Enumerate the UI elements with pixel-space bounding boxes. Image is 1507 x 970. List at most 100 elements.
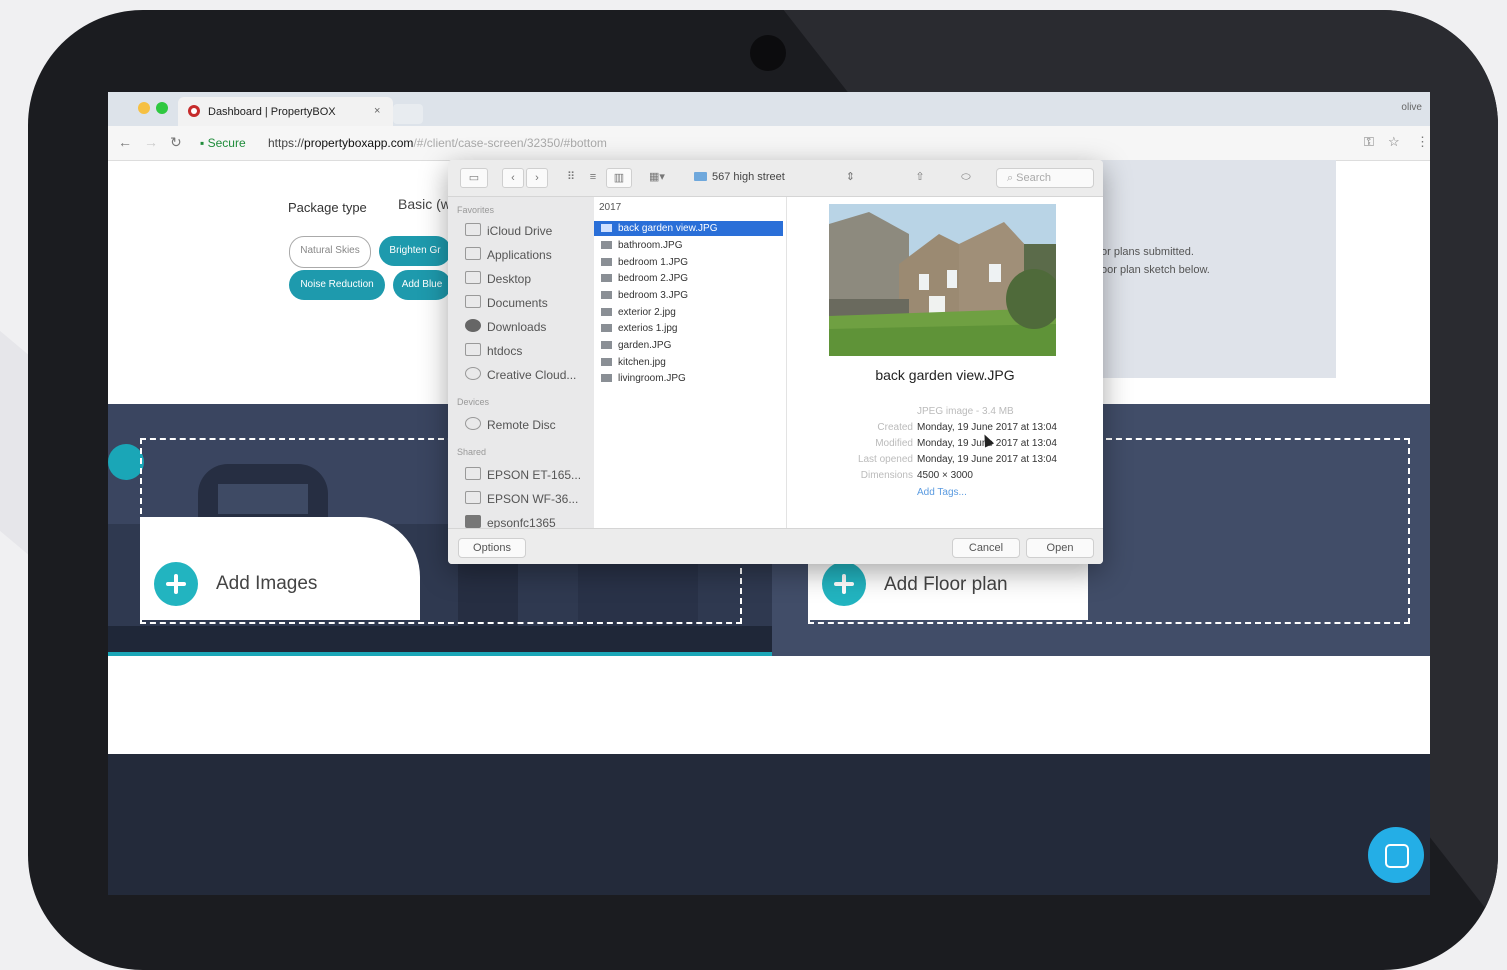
list-view-icon[interactable]: ≡ <box>584 168 602 186</box>
file-item[interactable]: exterior 2.jpg <box>594 305 783 320</box>
creative-cloud-icon <box>465 367 481 380</box>
devices-heading: Devices <box>457 397 490 407</box>
sidebar-item-epson-wf[interactable]: EPSON WF-36... <box>465 491 578 506</box>
tag-icon[interactable]: ⬭ <box>954 168 978 186</box>
floor-plan-info-card: or plans submitted. oor plan sketch belo… <box>1101 160 1336 378</box>
image-file-icon <box>601 274 612 282</box>
add-tags-link[interactable]: Add Tags... <box>917 487 967 498</box>
back-arrow-icon[interactable]: ← <box>118 134 132 150</box>
add-floor-plan-label: Add Floor plan <box>884 574 1008 595</box>
preview-file-name: back garden view.JPG <box>875 367 1015 383</box>
favorites-heading: Favorites <box>457 205 495 215</box>
cloud-icon <box>465 223 481 236</box>
sidebar-item-downloads[interactable]: Downloads <box>465 319 546 334</box>
file-item[interactable]: bedroom 1.JPG <box>594 255 783 270</box>
column-header: 2017 <box>599 202 622 213</box>
sidebar-item-applications[interactable]: Applications <box>465 247 552 262</box>
image-file-icon <box>601 291 612 299</box>
add-images-card[interactable]: Add Images <box>140 517 420 620</box>
option-add-blue[interactable]: Add Blue <box>393 270 451 300</box>
address-bar: ← → ↻ ▪ Secure https://propertyboxapp.co… <box>108 126 1430 161</box>
search-input[interactable]: ⌕ Search <box>996 168 1094 188</box>
option-noise-reduction[interactable]: Noise Reduction <box>289 270 385 300</box>
star-icon[interactable]: ☆ <box>1388 134 1400 150</box>
image-file-icon <box>601 374 612 382</box>
forward-arrow-icon[interactable]: → <box>144 134 158 150</box>
plus-icon <box>154 562 198 606</box>
gallery-view-icon[interactable]: ▦▾ <box>644 168 670 186</box>
sidebar-item-epson-et[interactable]: EPSON ET-165... <box>465 467 581 482</box>
folder-icon <box>694 172 707 181</box>
package-tab[interactable]: Basic (w <box>398 196 451 212</box>
option-natural-skies[interactable]: Natural Skies <box>289 236 371 268</box>
file-item[interactable]: bathroom.JPG <box>594 238 783 253</box>
tab-bar: Dashboard | PropertyBOX × olive <box>108 92 1430 126</box>
secure-indicator[interactable]: ▪ Secure <box>200 136 246 150</box>
file-item[interactable]: kitchen.jpg <box>594 355 783 370</box>
key-icon[interactable]: ⚿ <box>1364 134 1374 150</box>
cancel-button[interactable]: Cancel <box>952 538 1020 558</box>
image-file-icon <box>601 241 612 249</box>
sidebar-item-documents[interactable]: Documents <box>465 295 548 310</box>
file-open-dialog: ▭ ‹ › ⠿ ≡ ▥ ▦▾ 567 high street ⇕ ⇧ ⬭ ⌕ Sea… <box>448 160 1103 564</box>
search-icon: ⌕ <box>1007 172 1014 184</box>
menu-icon[interactable]: ⋮ <box>1416 134 1429 150</box>
lock-icon: ▪ <box>200 136 208 150</box>
forward-nav-icon[interactable]: › <box>526 168 548 188</box>
file-item[interactable]: garden.JPG <box>594 338 783 353</box>
image-file-icon <box>601 358 612 366</box>
image-file-icon <box>601 324 612 332</box>
url-field[interactable]: https://propertyboxapp.com/#/client/case… <box>268 136 607 150</box>
dialog-footer: Options Cancel Open <box>448 528 1103 564</box>
printer-icon <box>465 491 481 504</box>
image-file-icon <box>601 341 612 349</box>
image-file-icon <box>601 224 612 232</box>
sidebar-item-icloud[interactable]: iCloud Drive <box>465 223 552 238</box>
sidebar-toggle-icon[interactable]: ▭ <box>460 168 488 188</box>
icon-view-icon[interactable]: ⠿ <box>562 168 580 186</box>
back-nav-icon[interactable]: ‹ <box>502 168 524 188</box>
image-file-icon <box>601 258 612 266</box>
share-icon[interactable]: ⇧ <box>910 168 930 186</box>
favicon-icon <box>188 105 200 117</box>
file-item[interactable]: livingroom.JPG <box>594 371 783 386</box>
floor-plan-note-1: or plans submitted. <box>1101 246 1194 258</box>
window-zoom-dot[interactable] <box>156 102 168 114</box>
tab-title: Dashboard | PropertyBOX <box>208 106 336 118</box>
file-item-selected[interactable]: back garden view.JPG <box>594 221 783 236</box>
file-item[interactable]: exterios 1.jpg <box>594 321 783 336</box>
file-item[interactable]: bedroom 2.JPG <box>594 271 783 286</box>
add-images-label: Add Images <box>216 573 318 594</box>
sidebar-item-creative-cloud[interactable]: Creative Cloud... <box>465 367 576 382</box>
option-brighten[interactable]: Brighten Gr <box>379 236 451 266</box>
column-view-icon[interactable]: ▥ <box>606 168 632 188</box>
printer-icon <box>465 467 481 480</box>
window-minimize-dot[interactable] <box>138 102 150 114</box>
open-button[interactable]: Open <box>1026 538 1094 558</box>
dialog-toolbar: ▭ ‹ › ⠿ ≡ ▥ ▦▾ 567 high street ⇕ ⇧ ⬭ ⌕ Sea… <box>448 160 1103 197</box>
profile-name[interactable]: olive <box>1401 102 1422 113</box>
downloads-icon <box>465 319 481 332</box>
preview-kind: JPEG image - 3.4 MB <box>917 406 1014 417</box>
page-footer <box>108 754 1430 895</box>
dimensions-label: Dimensions <box>860 470 913 481</box>
chat-icon[interactable] <box>1368 827 1424 883</box>
created-label: Created <box>877 422 913 433</box>
last-opened-value: Monday, 19 June 2017 at 13:04 <box>917 454 1057 465</box>
dialog-sidebar: Favorites iCloud Drive Applications Desk… <box>448 197 594 530</box>
path-popup[interactable]: 567 high street ⇕ <box>694 168 859 186</box>
last-opened-label: Last opened <box>857 454 913 465</box>
new-tab-button[interactable] <box>393 104 423 124</box>
file-item[interactable]: bedroom 3.JPG <box>594 288 783 303</box>
options-button[interactable]: Options <box>458 538 526 558</box>
reload-icon[interactable]: ↻ <box>170 134 182 151</box>
add-floor-plan-card[interactable]: Add Floor plan <box>808 562 1088 620</box>
file-column: 2017 back garden view.JPG bathroom.JPG b… <box>594 197 787 528</box>
floor-plan-note-2: oor plan sketch below. <box>1101 264 1210 276</box>
browser-screen: Dashboard | PropertyBOX × olive ← → ↻ ▪ … <box>108 92 1430 895</box>
tab-close-icon[interactable]: × <box>374 105 380 117</box>
sidebar-item-htdocs[interactable]: htdocs <box>465 343 522 358</box>
browser-tab[interactable]: Dashboard | PropertyBOX × <box>178 97 393 126</box>
sidebar-item-desktop[interactable]: Desktop <box>465 271 531 286</box>
sidebar-item-remote-disc[interactable]: Remote Disc <box>465 417 556 432</box>
